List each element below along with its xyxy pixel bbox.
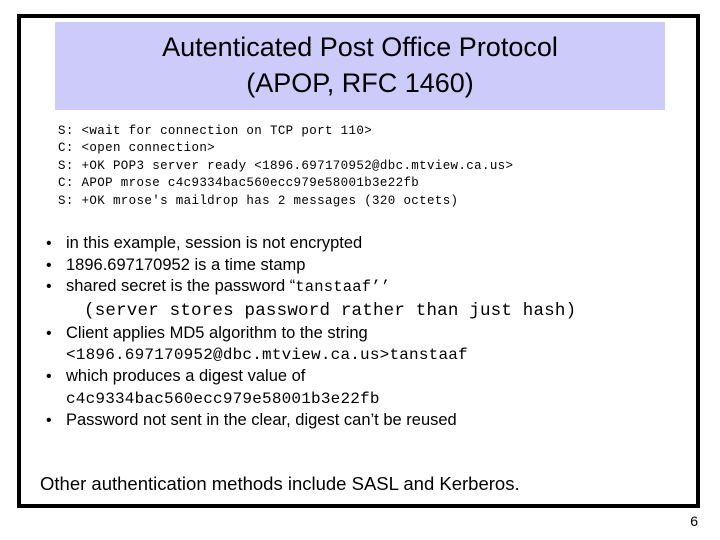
transcript-line: C: APOP mrose c4c9334bac560ecc979e58001b…: [58, 176, 420, 191]
list-item: • 1896.697170952 is a time stamp: [40, 255, 680, 277]
list-item: • Password not sent in the clear, digest …: [40, 410, 680, 432]
transcript-line: S: +OK POP3 server ready <1896.697170952…: [58, 158, 514, 173]
list-item-text: Password not sent in the clear, digest c…: [66, 410, 457, 429]
transcript-line: S: +OK mrose's maildrop has 2 messages (…: [58, 193, 459, 208]
bullet-icon: •: [46, 411, 52, 429]
bullet-icon: •: [46, 324, 52, 342]
page-number: 6: [690, 513, 698, 529]
list-item: • which produces a digest value of c4c9334…: [40, 366, 680, 410]
bullet-icon: •: [46, 235, 52, 252]
page-title: Autenticated Post Office Protocol (APOP,…: [162, 32, 558, 98]
list-item-text: Client applies MD5 algorithm to the stri…: [66, 323, 368, 342]
list-item-text: in this example, session is not encrypte…: [66, 234, 363, 252]
list-item-body: Client applies MD5 algorithm to the stri…: [66, 323, 680, 367]
list-item-label: Password not sent in the clear, digest c…: [66, 410, 680, 432]
list-item-body: 1896.697170952 is a time stamp: [66, 255, 680, 277]
list-item-body: which produces a digest value of c4c9334b…: [66, 366, 680, 410]
list-item: • Client applies MD5 algorithm to the str…: [40, 323, 680, 367]
protocol-transcript: S: <wait for connection on TCP port 110>…: [58, 123, 668, 210]
bullet-icon: •: [46, 278, 52, 295]
list-item-label: shared secret is the password “tanstaaf’…: [66, 276, 680, 299]
list-item-label: which produces a digest value of: [66, 366, 680, 388]
list-item-continuation: c4c9334bac560ecc979e58001b3e22fb: [66, 389, 380, 408]
list-item-text: shared secret is the password “: [66, 277, 296, 295]
transcript-line: C: <open connection>: [58, 141, 216, 156]
list-item-continuation: <1896.697170952@dbc.mtview.ca.us>tanstaa…: [66, 346, 468, 364]
list-item-body: shared secret is the password “tanstaaf’…: [66, 276, 680, 323]
bullet-list: • in this example, session is not encrypt…: [40, 233, 680, 431]
slide-title-banner: Autenticated Post Office Protocol (APOP,…: [55, 22, 665, 110]
inline-code-text: tanstaaf’’: [295, 278, 391, 296]
list-item-body: Password not sent in the clear, digest c…: [66, 410, 680, 432]
bullet-icon: •: [46, 256, 52, 274]
list-item-text: which produces a digest value of: [66, 367, 306, 385]
list-item-text: 1896.697170952 is a time stamp: [66, 255, 306, 274]
list-item: • in this example, session is not encrypt…: [40, 233, 680, 255]
list-item-body: in this example, session is not encrypte…: [66, 233, 680, 255]
closing-statement: Other authentication methods include SAS…: [40, 473, 520, 494]
list-item-continuation: (server stores password rather than just…: [84, 300, 577, 321]
bullet-icon: •: [46, 368, 52, 385]
list-item-label: 1896.697170952 is a time stamp: [66, 255, 680, 277]
list-item-label: in this example, session is not encrypte…: [66, 233, 680, 255]
transcript-line: S: <wait for connection on TCP port 110>: [58, 124, 373, 138]
list-item: • shared secret is the password “tanstaaf…: [40, 276, 680, 323]
list-item-label: Client applies MD5 algorithm to the stri…: [66, 323, 680, 345]
